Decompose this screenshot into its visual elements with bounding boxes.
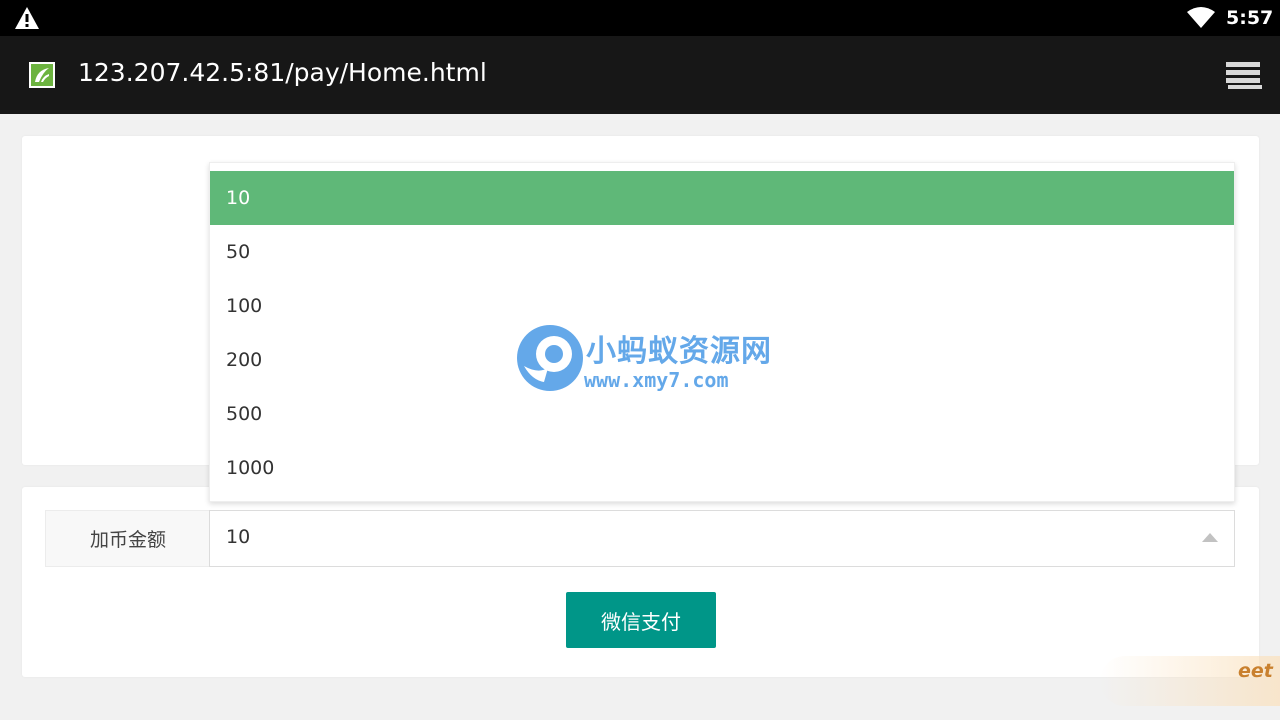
corner-watermark: eet [1100,646,1280,720]
ant-logo-icon [517,325,583,391]
menu-stack-icon[interactable] [1226,60,1262,90]
site-favicon-icon[interactable] [29,62,55,88]
corner-watermark-text: eet [1238,660,1273,682]
watermark: 小蚂蚁资源网 www.xmy7.com [514,322,774,396]
payment-form-card: 加币金额 10 微信支付 [22,487,1259,677]
amount-select[interactable]: 10 [209,510,1235,567]
dropdown-option[interactable]: 50 [210,225,1234,279]
dropdown-option[interactable]: 1000 [210,441,1234,495]
watermark-site: www.xmy7.com [584,368,729,392]
browser-toolbar: 123.207.42.5:81/pay/Home.html [0,36,1280,114]
wifi-icon [1187,7,1215,28]
caret-up-icon [1202,533,1218,542]
watermark-name: 小蚂蚁资源网 [586,334,772,369]
dropdown-option[interactable]: 10 [210,171,1234,225]
status-bar: 5:57 [0,0,1280,36]
amount-label: 加币金额 [45,510,210,567]
amount-select-value: 10 [226,526,251,548]
warning-triangle-icon [15,7,39,29]
wechat-pay-button[interactable]: 微信支付 [566,592,716,648]
address-bar-url[interactable]: 123.207.42.5:81/pay/Home.html [78,58,487,87]
clock: 5:57 [1226,7,1274,29]
